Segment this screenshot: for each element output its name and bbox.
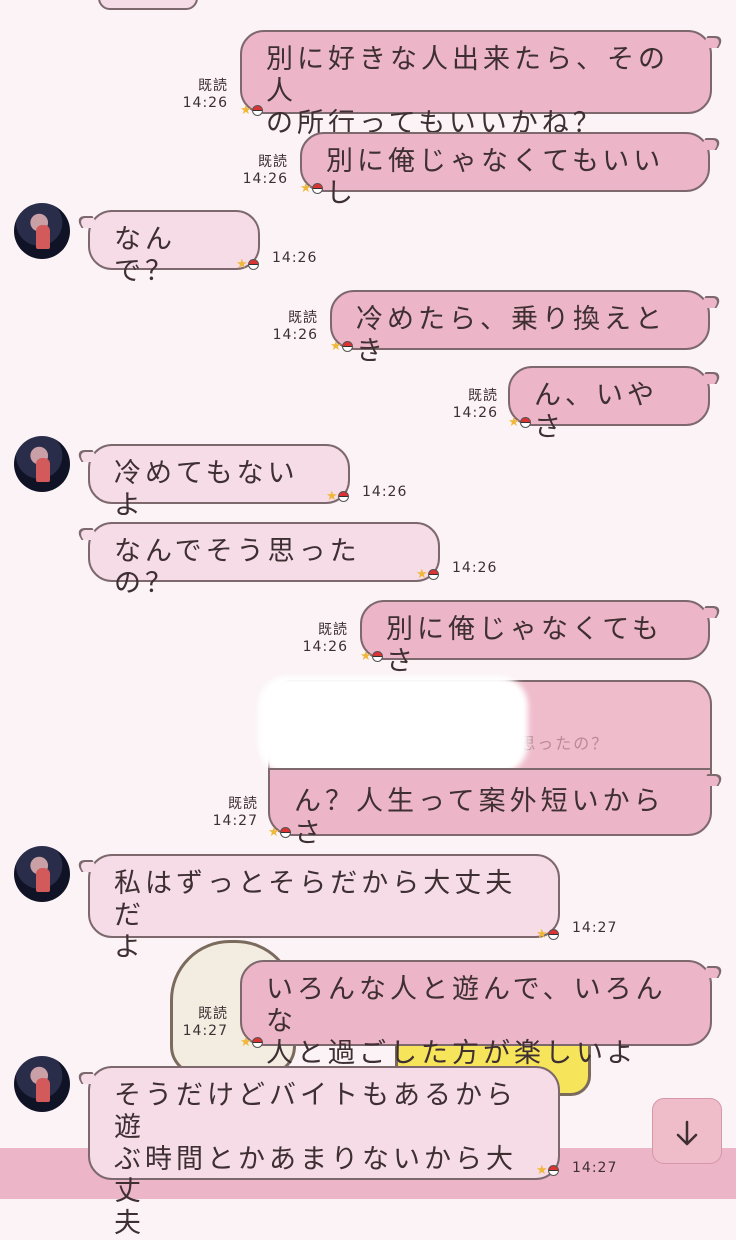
timestamp: 14:26 <box>302 639 348 655</box>
bubble-decoration-icon: ★ <box>240 1036 263 1049</box>
timestamp: 14:26 <box>452 560 498 576</box>
bubble-decoration-icon: ★ <box>268 826 291 839</box>
read-label: 既読 <box>468 388 498 404</box>
bubble-decoration-icon: ★ <box>536 1164 559 1177</box>
message-bubble-sent[interactable]: いろんな人と遊んで、いろんな 人と過ごした方が楽しいよ <box>240 960 712 1069</box>
bubble-decoration-icon: ★ <box>360 650 383 663</box>
message-text: ん？人生って案外短いからさ <box>294 786 665 849</box>
bubble-decoration-icon: ★ <box>236 258 259 271</box>
avatar[interactable] <box>14 203 70 259</box>
arrow-down-icon <box>672 1111 702 1151</box>
bubble-decoration-icon: ★ <box>326 490 349 503</box>
previous-message-bubble <box>98 0 198 10</box>
message-bubble-received[interactable]: なんで？ <box>88 210 260 287</box>
message-text: 私はずっとそらだから大丈夫だ よ <box>114 868 517 963</box>
read-label: 既読 <box>288 310 318 326</box>
avatar[interactable] <box>14 1056 70 1112</box>
timestamp: 14:26 <box>182 95 228 111</box>
bubble-decoration-icon: ★ <box>240 104 263 117</box>
message-bubble-received[interactable]: 私はずっとそらだから大丈夫だ よ <box>88 854 560 963</box>
bubble-decoration-icon: ★ <box>300 182 323 195</box>
message-bubble-received[interactable]: 冷めてもないよ <box>88 444 350 521</box>
timestamp: 14:26 <box>362 484 408 500</box>
message-bubble-sent[interactable]: ん、いやさ <box>508 366 710 443</box>
timestamp: 14:27 <box>572 1160 618 1176</box>
read-receipt: 既読 14:26 <box>180 78 228 112</box>
read-label: 既読 <box>198 78 228 94</box>
message-text: そうだけどバイトもあるから遊 ぶ時間とかあまりないから大丈 夫 <box>114 1080 517 1239</box>
message-text: 別に俺じゃなくてもいいし <box>326 146 665 209</box>
message-bubble-sent[interactable]: ん？人生って案外短いからさ <box>268 768 712 849</box>
bubble-decoration-icon: ★ <box>508 416 531 429</box>
message-text: ん、いやさ <box>534 380 658 443</box>
avatar[interactable] <box>14 436 70 492</box>
timestamp: 14:26 <box>452 405 498 421</box>
timestamp: 14:27 <box>212 813 258 829</box>
bubble-decoration-icon: ★ <box>330 340 353 353</box>
bubble-decoration-icon: ★ <box>536 928 559 941</box>
message-text: いろんな人と遊んで、いろんな 人と過ごした方が楽しいよ <box>266 974 667 1069</box>
message-text: なんでそう思ったの？ <box>114 536 361 599</box>
timestamp: 14:26 <box>242 171 288 187</box>
message-text: 別に好きな人出来たら、その人 の所行ってもいいかね？ <box>266 44 669 139</box>
message-bubble-sent[interactable]: 冷めたら、乗り換えとき <box>330 290 710 367</box>
read-receipt: 既読 14:26 <box>240 154 288 188</box>
scroll-to-bottom-button[interactable] <box>652 1098 722 1164</box>
message-text: なんで？ <box>114 224 176 287</box>
message-text: 別に俺じゃなくてもさ <box>386 614 663 677</box>
read-receipt: 既読 14:26 <box>300 622 348 656</box>
timestamp: 14:26 <box>272 327 318 343</box>
timestamp: 14:26 <box>272 250 318 266</box>
read-receipt: 既読 14:26 <box>270 310 318 344</box>
message-text: 冷めてもないよ <box>114 458 299 521</box>
avatar[interactable] <box>14 846 70 902</box>
message-bubble-sent[interactable]: 別に好きな人出来たら、その人 の所行ってもいいかね？ <box>240 30 712 139</box>
read-label: 既読 <box>318 622 348 638</box>
read-label: 既読 <box>258 154 288 170</box>
redacted-area <box>258 676 528 774</box>
message-bubble-received[interactable]: そうだけどバイトもあるから遊 ぶ時間とかあまりないから大丈 夫 <box>88 1066 560 1239</box>
message-bubble-received[interactable]: なんでそう思ったの？ <box>88 522 440 599</box>
read-label: 既読 <box>228 796 258 812</box>
read-receipt: 既読 14:27 <box>210 796 258 830</box>
read-receipt: 既読 14:27 <box>180 1006 228 1040</box>
timestamp: 14:27 <box>182 1023 228 1039</box>
message-bubble-sent[interactable]: 別に俺じゃなくてもいいし <box>300 132 710 209</box>
message-text: 冷めたら、乗り換えとき <box>356 304 666 367</box>
message-bubble-sent[interactable]: 別に俺じゃなくてもさ <box>360 600 710 677</box>
read-label: 既読 <box>198 1006 228 1022</box>
read-receipt: 既読 14:26 <box>450 388 498 422</box>
bubble-decoration-icon: ★ <box>416 568 439 581</box>
timestamp: 14:27 <box>572 920 618 936</box>
